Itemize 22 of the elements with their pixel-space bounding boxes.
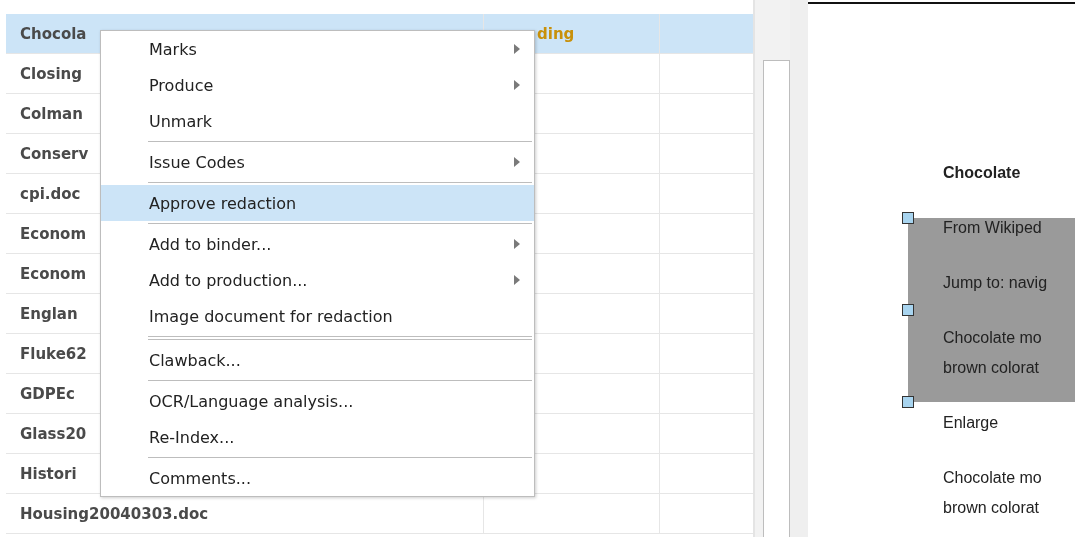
document-text: From Wikiped [943, 218, 1043, 238]
document-text: brown colorat [943, 358, 1041, 378]
status-text: ding [537, 24, 575, 43]
file-name: Fluke62 [20, 344, 87, 363]
file-name: Conserv [20, 144, 89, 163]
document-text: Chocolate mo [943, 468, 1043, 488]
file-name: Englan [20, 304, 78, 323]
file-name: Closing [20, 64, 82, 83]
file-name: Histori [20, 464, 77, 483]
document-heading: Chocolate [943, 163, 1022, 183]
document-text: Chocolate mo [943, 328, 1043, 348]
document-text: Jump to: navig [943, 273, 1049, 293]
file-name: Econom [20, 264, 87, 283]
file-name: Glass20 [20, 424, 87, 443]
file-name: Chocola [20, 24, 87, 43]
file-name: cpi.doc [20, 184, 81, 203]
file-name: Colman [20, 104, 83, 123]
document-text: Enlarge [943, 413, 1000, 433]
file-name: Econom [20, 224, 87, 243]
file-name: GDPEc [20, 384, 75, 403]
document-text: brown colorat [943, 498, 1041, 518]
file-name: Housing20040303.doc [20, 504, 209, 523]
